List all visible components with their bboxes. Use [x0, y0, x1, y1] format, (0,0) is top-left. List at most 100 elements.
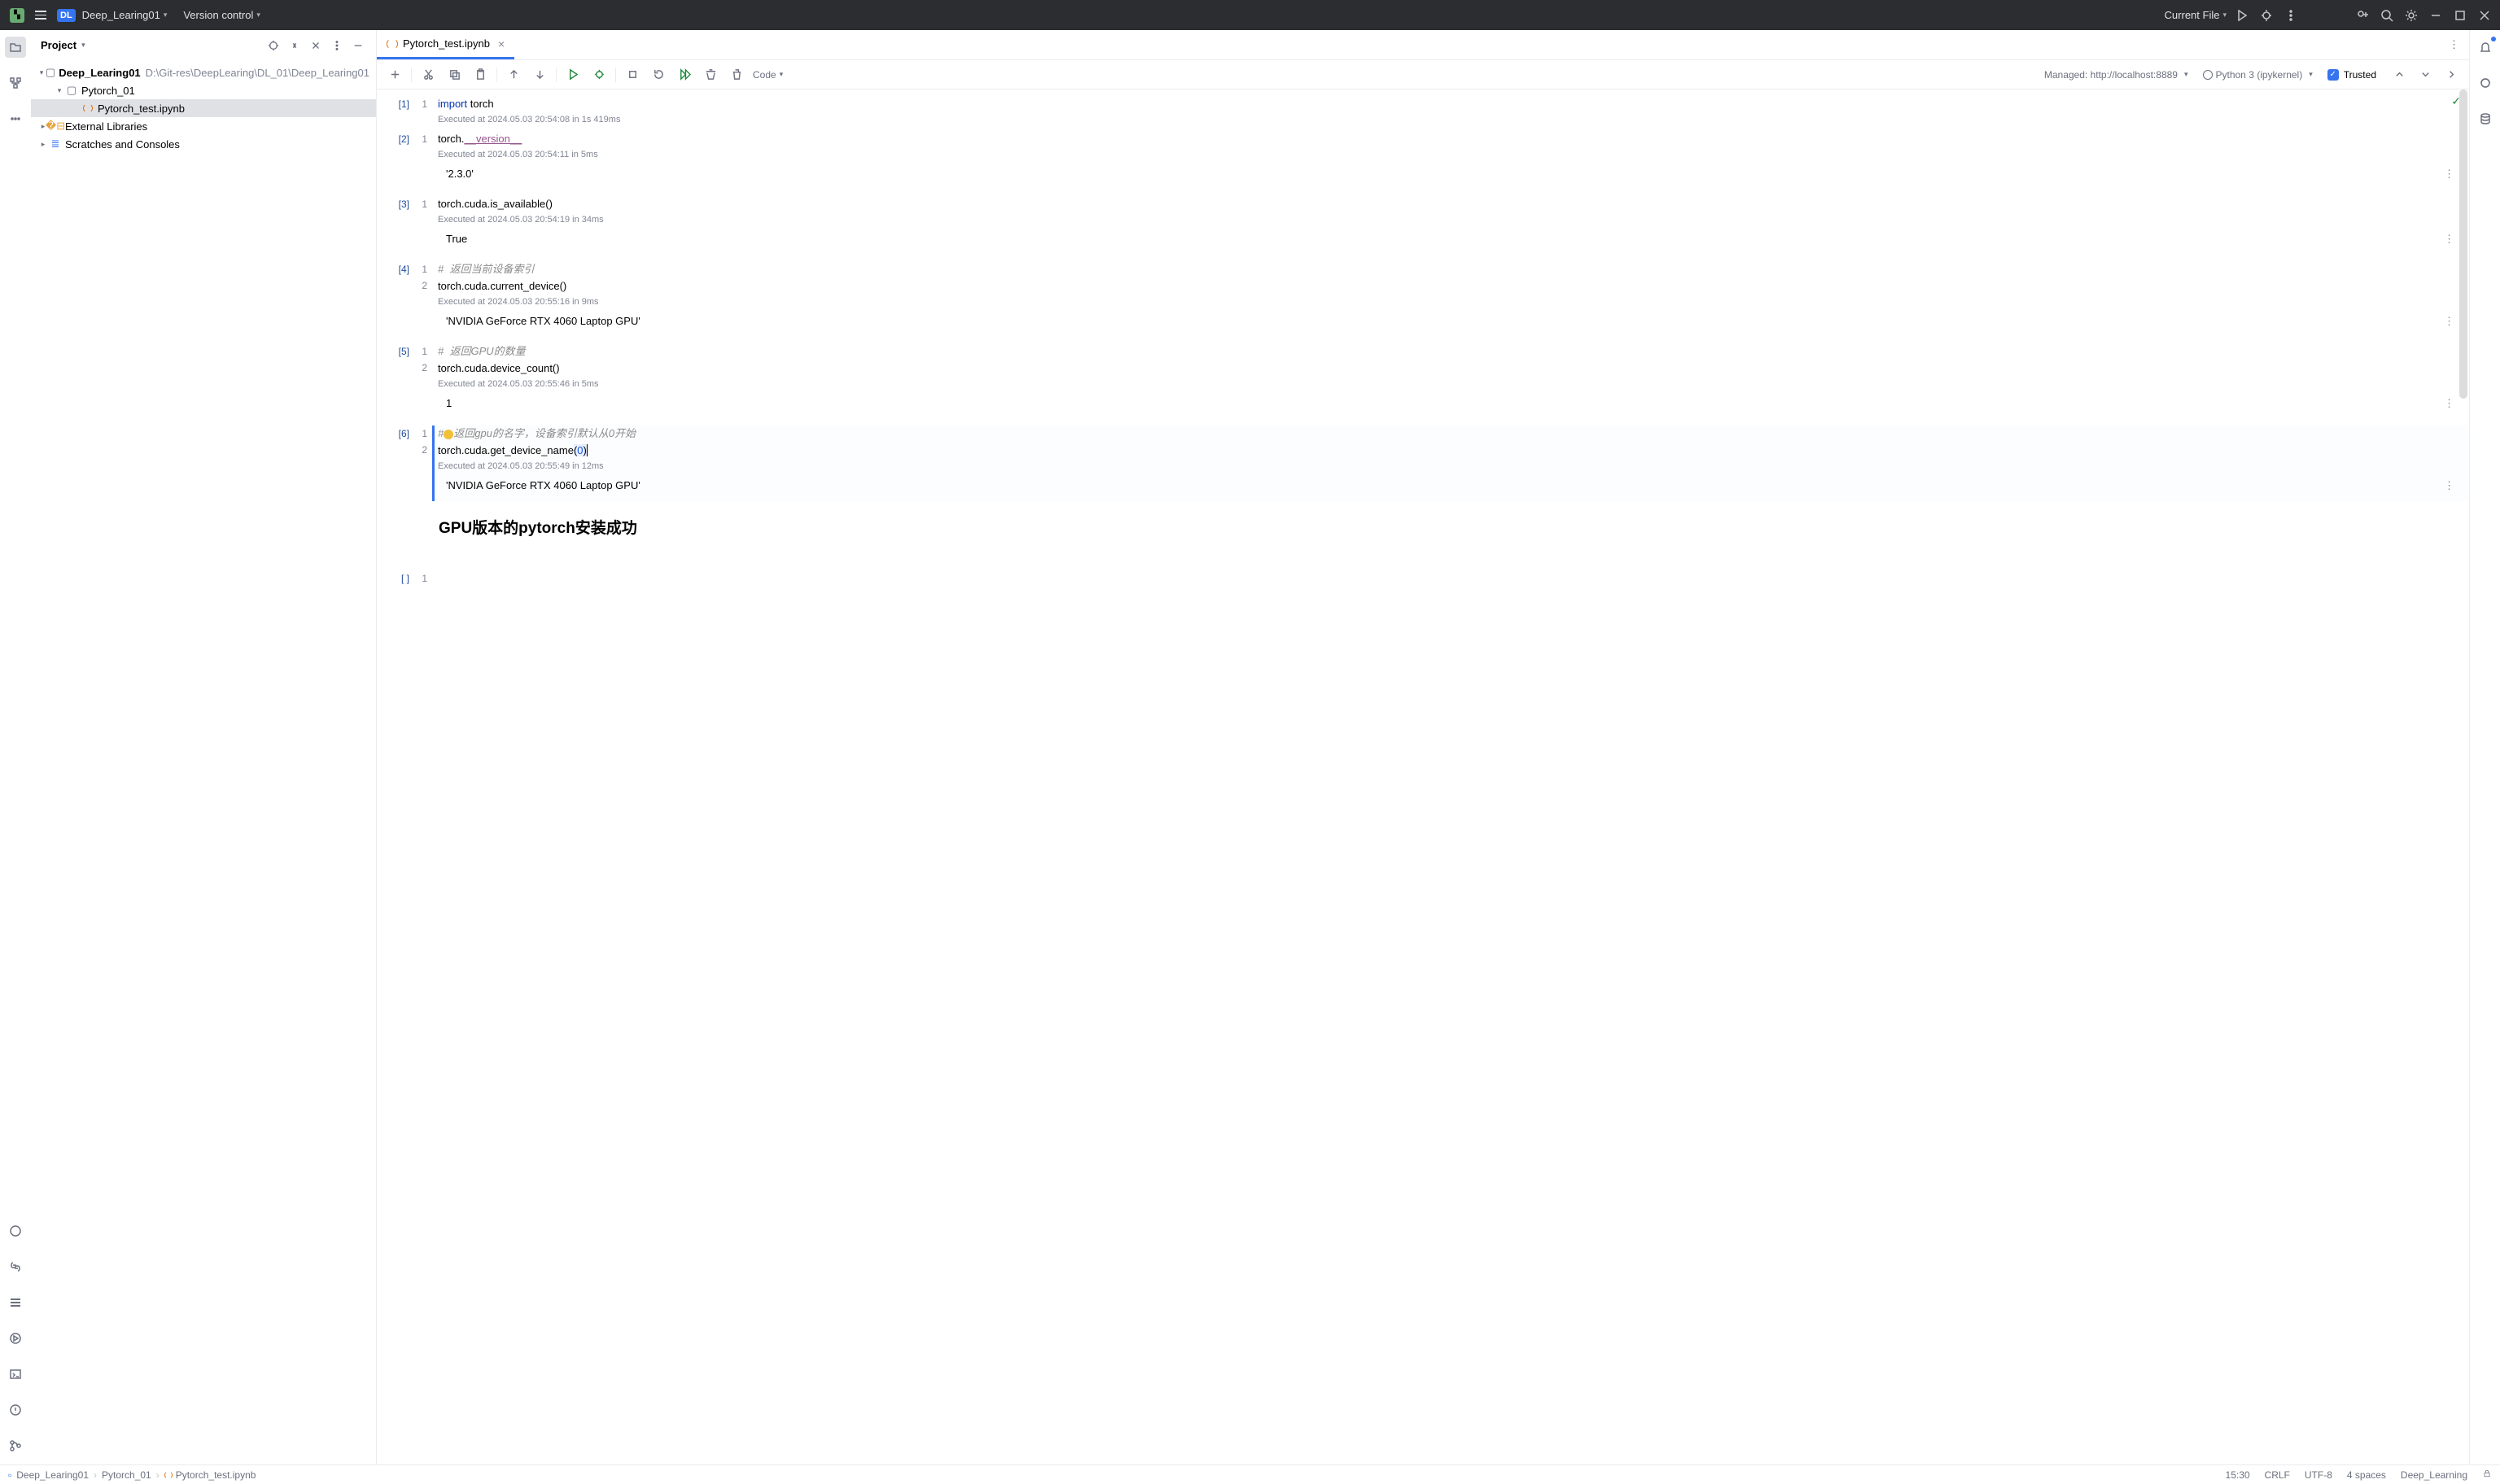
status-interpreter[interactable]: Deep_Learning	[2401, 1469, 2467, 1481]
chevron-down-icon: ▾	[2222, 11, 2227, 20]
cell-type-selector[interactable]: Code▾	[753, 69, 783, 81]
output-actions-icon[interactable]: ⋮	[2444, 313, 2454, 330]
run-icon[interactable]	[2233, 7, 2251, 24]
tree-root[interactable]: ▾ ▢ Deep_Learing01 D:\Git-res\DeepLearin…	[31, 63, 376, 81]
project-badge: DL	[57, 9, 76, 22]
run-config-selector[interactable]: Current File▾	[2165, 9, 2227, 21]
project-selector[interactable]: Deep_Learing01▾	[82, 9, 168, 21]
expand-icon[interactable]	[286, 37, 303, 54]
collapse-icon[interactable]	[308, 37, 324, 54]
chevron-down-icon: ▾	[54, 86, 65, 95]
settings-icon[interactable]	[2402, 7, 2420, 24]
code-cell[interactable]: [3]1 torch.cuda.is_available() Executed …	[377, 196, 2469, 255]
code-with-me-icon[interactable]	[2354, 7, 2371, 24]
code-cell[interactable]: [5]1 2 # 返回GPU的数量 torch.cuda.device_coun…	[377, 343, 2469, 419]
delete-icon[interactable]	[727, 65, 746, 85]
output-actions-icon[interactable]: ⋮	[2444, 166, 2454, 182]
project-tool-icon[interactable]	[5, 37, 26, 58]
markdown-heading: GPU版本的pytorch安装成功	[439, 516, 2469, 538]
python-packages-icon[interactable]	[5, 1220, 26, 1242]
execution-info: Executed at 2024.05.03 20:55:49 in 12ms	[438, 461, 2469, 471]
tree-folder[interactable]: ▾ ▢ Pytorch_01	[31, 81, 376, 99]
left-tool-strip	[0, 30, 31, 1464]
chevron-down-icon: ▾	[256, 11, 260, 20]
ide-logo: ▚	[10, 8, 24, 23]
output-actions-icon[interactable]: ⋮	[2444, 395, 2454, 412]
run-cell-icon[interactable]	[563, 65, 583, 85]
clear-output-icon[interactable]	[701, 65, 720, 85]
next-cell-icon[interactable]	[2415, 65, 2435, 85]
python-console-icon[interactable]	[5, 1256, 26, 1277]
run-tool-icon[interactable]	[5, 1328, 26, 1349]
kernel-selector[interactable]: Python 3 (ipykernel)▾	[2203, 69, 2313, 81]
cut-icon[interactable]	[418, 65, 438, 85]
database-icon[interactable]	[2475, 108, 2496, 129]
tree-ext-libs[interactable]: ▸ �⊟ External Libraries	[31, 117, 376, 135]
trusted-checkbox[interactable]: ✓Trusted	[2327, 69, 2376, 81]
more-icon[interactable]	[2282, 7, 2300, 24]
notifications-icon[interactable]	[2475, 37, 2496, 58]
status-position[interactable]: 15:30	[2226, 1469, 2250, 1481]
folder-icon: ▢	[46, 66, 55, 79]
close-icon[interactable]: ×	[498, 37, 505, 50]
managed-server[interactable]: Managed: http://localhost:8889▾	[2044, 69, 2188, 81]
tab-more-icon[interactable]: ⋮	[2445, 35, 2463, 55]
cell-output: True⋮	[438, 225, 2469, 255]
tab-pytorch-test[interactable]: Pytorch_test.ipynb ×	[377, 30, 514, 59]
code-cell[interactable]: [2]1 torch.__version__ Executed at 2024.…	[377, 131, 2469, 190]
code-cell[interactable]: [4]1 2 # 返回当前设备索引 torch.cuda.current_dev…	[377, 261, 2469, 337]
chevron-down-icon[interactable]: ▾	[81, 41, 85, 50]
output-actions-icon[interactable]: ⋮	[2444, 231, 2454, 247]
execution-info: Executed at 2024.05.03 20:55:16 in 9ms	[438, 297, 2469, 307]
code-cell[interactable]: [1]1 import torch Executed at 2024.05.03…	[377, 96, 2469, 124]
copy-icon[interactable]	[444, 65, 464, 85]
locate-icon[interactable]	[265, 37, 282, 54]
run-all-icon[interactable]	[675, 65, 694, 85]
jupyter-icon	[81, 102, 94, 115]
breadcrumbs[interactable]: ▫ Deep_Learing01› Pytorch_01› Pytorch_te…	[8, 1469, 256, 1481]
cell-output: '2.3.0'⋮	[438, 159, 2469, 190]
git-icon[interactable]	[5, 1435, 26, 1456]
jupyter-icon	[387, 38, 398, 50]
code-cell-empty[interactable]: [ ]1	[377, 570, 2469, 587]
status-indent[interactable]: 4 spaces	[2347, 1469, 2386, 1481]
add-cell-icon[interactable]	[385, 65, 404, 85]
output-actions-icon[interactable]: ⋮	[2444, 478, 2454, 494]
code-cell-active[interactable]: [6]1 2 #返回gpu的名字，设备索引默认从0开始 torch.cuda.g…	[377, 426, 2469, 501]
paste-icon[interactable]	[470, 65, 490, 85]
status-line-sep[interactable]: CRLF	[2265, 1469, 2290, 1481]
status-encoding[interactable]: UTF-8	[2305, 1469, 2332, 1481]
restart-icon[interactable]	[649, 65, 668, 85]
hide-icon[interactable]	[350, 37, 366, 54]
debug-icon[interactable]	[2257, 7, 2275, 24]
search-icon[interactable]	[2378, 7, 2396, 24]
toolbar-more-icon[interactable]	[2441, 65, 2461, 85]
vcs-selector[interactable]: Version control▾	[183, 9, 260, 21]
maximize-icon[interactable]	[2451, 7, 2469, 24]
terminal-icon[interactable]	[5, 1364, 26, 1385]
intention-bulb-icon[interactable]	[444, 430, 453, 439]
problems-icon[interactable]	[5, 1399, 26, 1421]
tree-scratches[interactable]: ▸ ≣ Scratches and Consoles	[31, 135, 376, 153]
ai-assistant-icon[interactable]	[2475, 72, 2496, 94]
notebook-body[interactable]: ✓ [1]1 import torch Executed at 2024.05.…	[377, 89, 2469, 1464]
more-tool-icon[interactable]	[5, 108, 26, 129]
services-icon[interactable]	[5, 1292, 26, 1313]
markdown-cell[interactable]: GPU版本的pytorch安装成功	[377, 508, 2469, 546]
debug-cell-icon[interactable]	[589, 65, 609, 85]
structure-tool-icon[interactable]	[5, 72, 26, 94]
close-icon[interactable]	[2476, 7, 2493, 24]
move-up-icon[interactable]	[504, 65, 523, 85]
tree-file[interactable]: Pytorch_test.ipynb	[31, 99, 376, 117]
project-tree: ▾ ▢ Deep_Learing01 D:\Git-res\DeepLearin…	[31, 60, 376, 1464]
execution-info: Executed at 2024.05.03 20:55:46 in 5ms	[438, 379, 2469, 389]
minimize-icon[interactable]	[2427, 7, 2445, 24]
folder-icon: ▢	[65, 84, 78, 97]
hamburger-icon[interactable]	[31, 6, 50, 25]
lock-icon[interactable]	[2482, 1469, 2492, 1481]
kernel-status-icon	[2203, 70, 2213, 80]
move-down-icon[interactable]	[530, 65, 549, 85]
interrupt-icon[interactable]	[623, 65, 642, 85]
options-icon[interactable]	[329, 37, 345, 54]
prev-cell-icon[interactable]	[2389, 65, 2409, 85]
